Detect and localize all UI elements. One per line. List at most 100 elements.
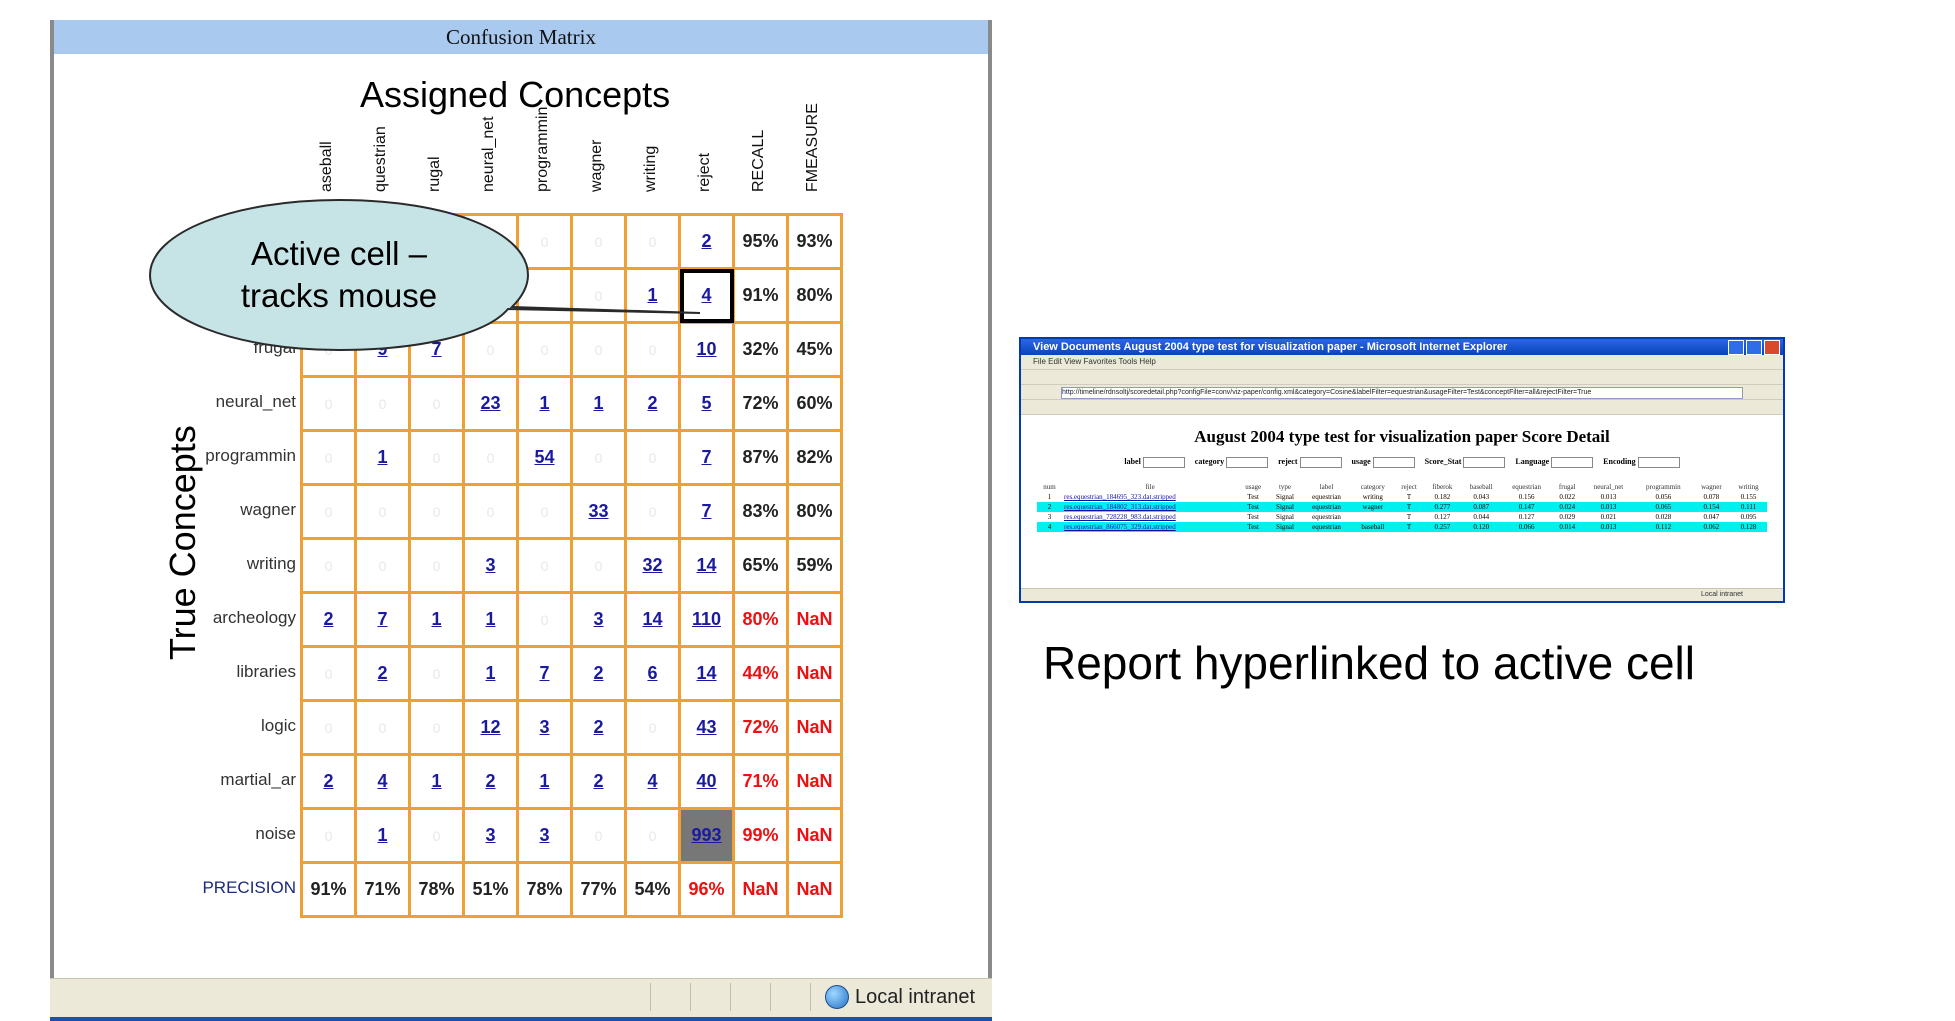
matrix-cell[interactable]: 2: [354, 645, 411, 702]
filter-select[interactable]: category: [1195, 457, 1269, 468]
matrix-cell[interactable]: 3: [516, 807, 573, 864]
matrix-cell[interactable]: 2: [678, 213, 735, 270]
filter-select[interactable]: Language: [1515, 457, 1594, 468]
matrix-cell[interactable]: 40: [678, 753, 735, 810]
cell-count-link[interactable]: 2: [701, 231, 711, 251]
matrix-cell[interactable]: 1: [516, 753, 573, 810]
report-column-header[interactable]: neural_net: [1583, 482, 1634, 492]
cell-count-link[interactable]: 2: [593, 771, 603, 791]
cell-count-link[interactable]: 1: [539, 771, 549, 791]
cell-count-link[interactable]: 2: [593, 663, 603, 683]
matrix-cell[interactable]: 1: [462, 591, 519, 648]
cell-count-link[interactable]: 2: [323, 609, 333, 629]
report-column-header[interactable]: file: [1062, 482, 1238, 492]
cell-count-link[interactable]: 43: [696, 717, 716, 737]
cell-count-link[interactable]: 2: [593, 717, 603, 737]
cell-count-link[interactable]: 1: [485, 609, 495, 629]
matrix-cell[interactable]: 12: [462, 699, 519, 756]
filter-dropdown[interactable]: [1551, 457, 1594, 468]
report-column-header[interactable]: category: [1351, 482, 1394, 492]
matrix-cell[interactable]: 33: [570, 483, 627, 540]
cell-count-link[interactable]: 14: [696, 555, 716, 575]
matrix-cell[interactable]: 2: [570, 753, 627, 810]
cell-count-link[interactable]: 7: [539, 663, 549, 683]
cell-count-link[interactable]: 4: [377, 771, 387, 791]
cell-count-link[interactable]: 7: [377, 609, 387, 629]
filter-select[interactable]: label: [1124, 457, 1185, 468]
report-column-header[interactable]: num: [1037, 482, 1062, 492]
filter-dropdown[interactable]: [1299, 457, 1342, 468]
filter-dropdown[interactable]: [1463, 457, 1506, 468]
cell-count-link[interactable]: 23: [480, 393, 500, 413]
cell-count-link[interactable]: 5: [701, 393, 711, 413]
cell-count-link[interactable]: 1: [539, 393, 549, 413]
filter-select[interactable]: reject: [1278, 457, 1342, 468]
matrix-cell[interactable]: 3: [462, 537, 519, 594]
report-column-header[interactable]: equestrian: [1502, 482, 1552, 492]
report-column-header[interactable]: wagner: [1693, 482, 1730, 492]
matrix-cell[interactable]: 4: [354, 753, 411, 810]
cell-count-link[interactable]: 3: [485, 825, 495, 845]
matrix-cell[interactable]: 4: [624, 753, 681, 810]
cell-count-link[interactable]: 1: [431, 771, 441, 791]
matrix-cell[interactable]: 2: [570, 699, 627, 756]
matrix-cell[interactable]: 1: [354, 807, 411, 864]
cell-count-link[interactable]: 6: [647, 663, 657, 683]
report-column-header[interactable]: type: [1268, 482, 1301, 492]
filter-select[interactable]: Score_Stat: [1425, 457, 1506, 468]
matrix-cell[interactable]: 1: [570, 375, 627, 432]
cell-count-link[interactable]: 2: [485, 771, 495, 791]
matrix-cell[interactable]: 3: [570, 591, 627, 648]
report-file-link[interactable]: res.equestrian_184695_323.dat.stripped: [1062, 492, 1238, 502]
cell-count-link[interactable]: 2: [647, 393, 657, 413]
matrix-cell[interactable]: 7: [678, 483, 735, 540]
cell-count-link[interactable]: 4: [647, 771, 657, 791]
cell-count-link[interactable]: 1: [377, 447, 387, 467]
matrix-cell[interactable]: 7: [354, 591, 411, 648]
matrix-cell[interactable]: 23: [462, 375, 519, 432]
report-menu-bar[interactable]: File Edit View Favorites Tools Help: [1021, 355, 1783, 370]
matrix-cell[interactable]: 14: [678, 537, 735, 594]
cell-count-link[interactable]: 993: [691, 825, 721, 845]
cell-count-link[interactable]: 1: [431, 609, 441, 629]
cell-count-link[interactable]: 110: [692, 609, 721, 629]
cell-count-link[interactable]: 33: [588, 501, 608, 521]
cell-count-link[interactable]: 7: [701, 447, 711, 467]
report-column-header[interactable]: reject: [1394, 482, 1424, 492]
matrix-cell[interactable]: 7: [516, 645, 573, 702]
report-column-header[interactable]: frugal: [1551, 482, 1583, 492]
matrix-cell[interactable]: 1: [624, 267, 681, 324]
report-column-header[interactable]: usage: [1238, 482, 1268, 492]
cell-count-link[interactable]: 1: [593, 393, 603, 413]
matrix-cell[interactable]: 14: [678, 645, 735, 702]
cell-count-link[interactable]: 1: [485, 663, 495, 683]
matrix-cell[interactable]: 2: [300, 753, 357, 810]
filter-dropdown[interactable]: [1142, 457, 1185, 468]
cell-count-link[interactable]: 14: [696, 663, 716, 683]
cell-count-link[interactable]: 12: [480, 717, 500, 737]
report-column-header[interactable]: baseball: [1461, 482, 1502, 492]
filter-dropdown[interactable]: [1226, 457, 1269, 468]
filter-dropdown[interactable]: [1372, 457, 1415, 468]
filter-dropdown[interactable]: [1637, 457, 1680, 468]
report-file-link[interactable]: res.equestrian_728228_983.dat.stripped: [1062, 512, 1238, 522]
cell-count-link[interactable]: 3: [539, 717, 549, 737]
matrix-cell[interactable]: 3: [462, 807, 519, 864]
matrix-cell[interactable]: 1: [462, 645, 519, 702]
matrix-cell[interactable]: 14: [624, 591, 681, 648]
cell-count-link[interactable]: 4: [701, 285, 711, 305]
matrix-cell[interactable]: 2: [462, 753, 519, 810]
report-column-header[interactable]: programmin: [1634, 482, 1693, 492]
matrix-cell[interactable]: 10: [678, 321, 735, 378]
matrix-cell[interactable]: 2: [570, 645, 627, 702]
report-column-header[interactable]: label: [1302, 482, 1352, 492]
cell-count-link[interactable]: 54: [534, 447, 554, 467]
matrix-cell[interactable]: 6: [624, 645, 681, 702]
matrix-cell[interactable]: 7: [678, 429, 735, 486]
report-file-link[interactable]: res.equestrian_184802_313.dat.stripped: [1062, 502, 1239, 512]
address-input[interactable]: http://timeline/rdnsoltj/scoredetail.php…: [1061, 387, 1743, 399]
matrix-cell[interactable]: 2: [624, 375, 681, 432]
cell-count-link[interactable]: 3: [485, 555, 495, 575]
cell-count-link[interactable]: 7: [701, 501, 711, 521]
cell-count-link[interactable]: 1: [377, 825, 387, 845]
